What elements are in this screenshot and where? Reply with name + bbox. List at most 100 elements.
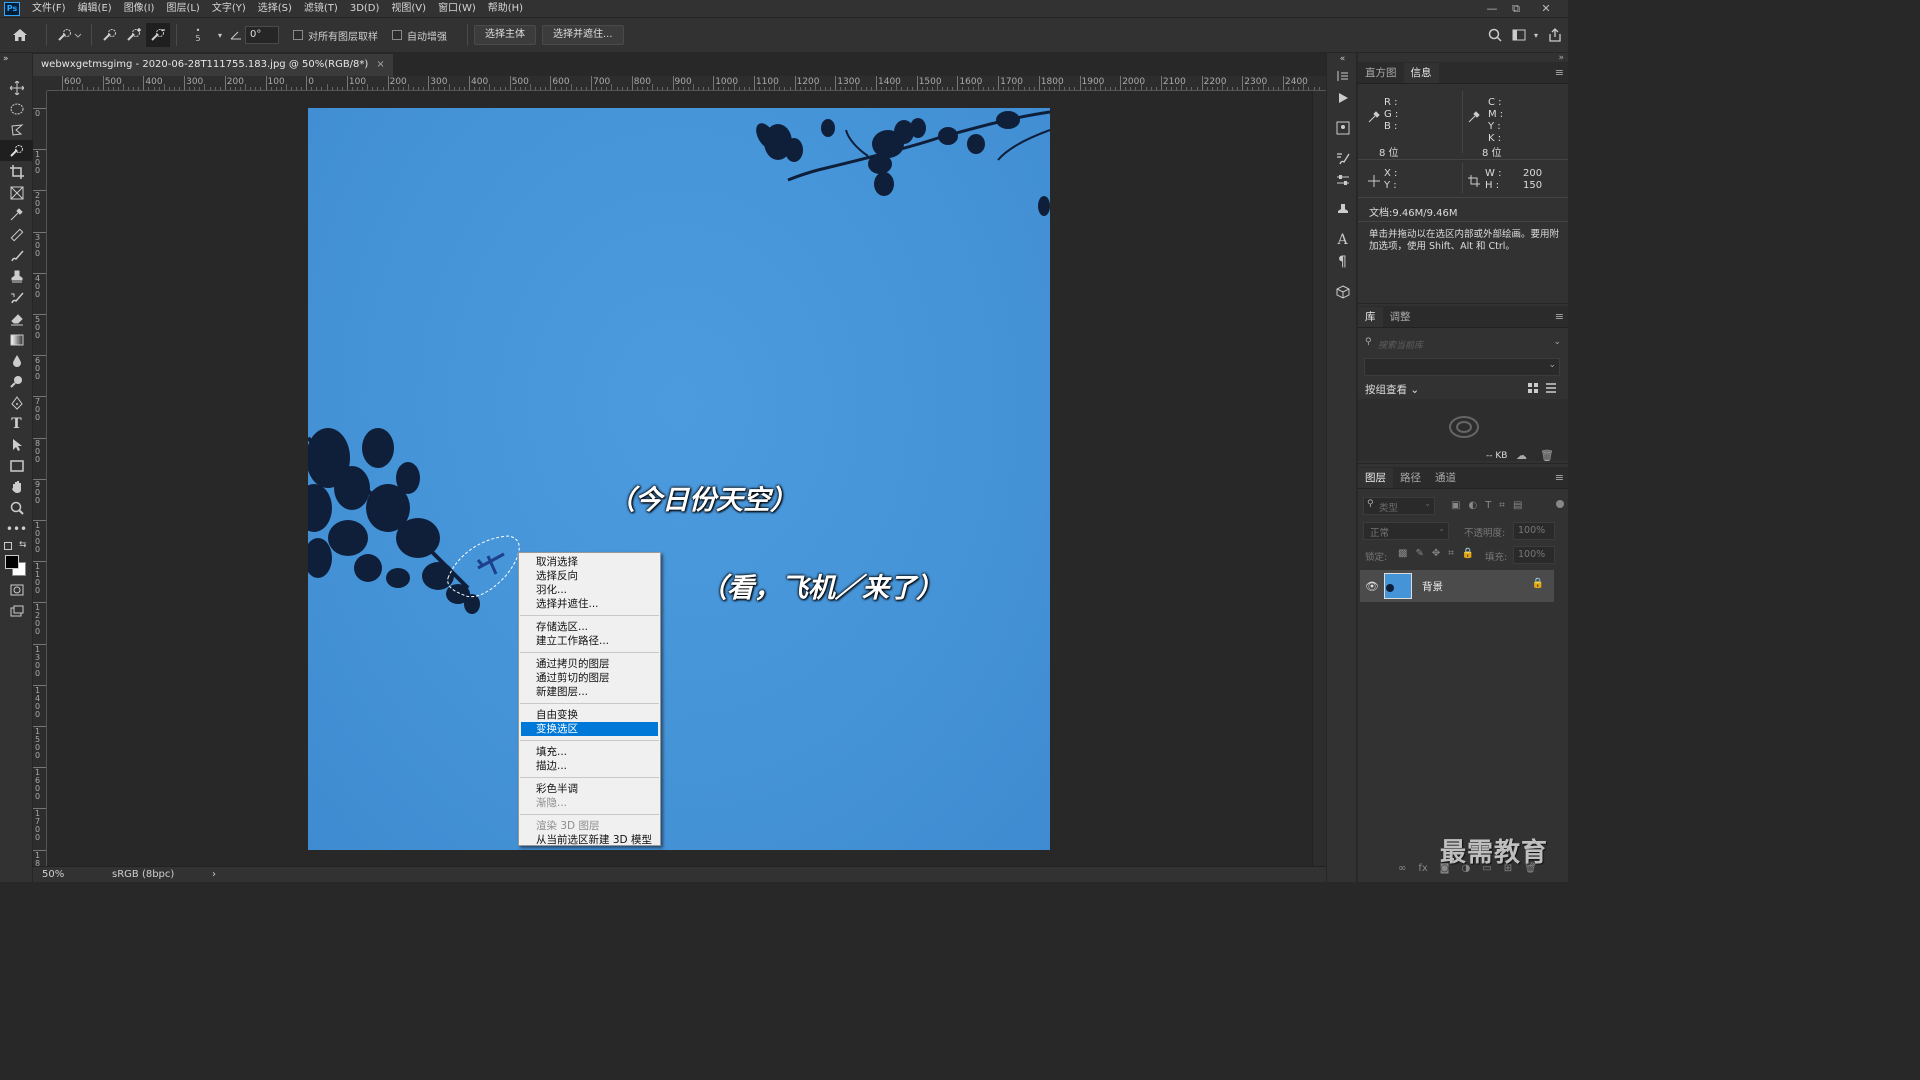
menu-file[interactable]: 文件(F) (26, 0, 72, 17)
context-menu-item[interactable]: 通过拷贝的图层 (521, 657, 658, 671)
filter-toggle-icon[interactable] (1556, 500, 1564, 508)
filter-shape-icon[interactable]: ⌗ (1499, 500, 1505, 511)
marquee-tool-icon[interactable] (0, 98, 33, 119)
crop-tool-icon[interactable] (0, 161, 33, 182)
cloud-sync-icon[interactable]: ☁ (1516, 449, 1527, 462)
opacity-input[interactable]: 100% (1513, 522, 1555, 540)
menu-filter[interactable]: 滤镜(T) (298, 0, 344, 17)
context-menu-item[interactable]: 建立工作路径... (521, 634, 658, 648)
menu-view[interactable]: 视图(V) (385, 0, 432, 17)
menu-edit[interactable]: 编辑(E) (72, 0, 118, 17)
actions-panel-icon[interactable] (1327, 87, 1358, 109)
color-swatches[interactable]: ⇆ (0, 539, 32, 579)
brush-settings-panel-icon[interactable] (1327, 147, 1358, 169)
chevron-down-icon[interactable]: ▾ (213, 23, 227, 47)
layer-name[interactable]: 背景 (1422, 579, 1443, 594)
paragraph-panel-icon[interactable]: ¶ (1327, 251, 1358, 273)
canvas-area[interactable]: （今日份天空） （看，飞机／来了） (47, 91, 1312, 866)
context-menu-item[interactable]: 描边... (521, 759, 658, 773)
new-selection-brush-icon[interactable] (98, 23, 122, 47)
menu-select[interactable]: 选择(S) (252, 0, 298, 17)
panel-menu-icon[interactable]: ≡ (1555, 310, 1564, 323)
select-and-mask-button[interactable]: 选择并遮住... (542, 25, 624, 45)
library-select-dropdown[interactable]: ⌄ (1364, 358, 1560, 376)
context-menu-item[interactable]: 彩色半调 (521, 782, 658, 796)
type-tool-icon[interactable]: T (0, 413, 33, 434)
link-layers-icon[interactable]: ∞ (1398, 863, 1406, 874)
lock-position-icon[interactable]: ✥ (1432, 548, 1440, 559)
grid-view-icon[interactable] (1528, 383, 1538, 396)
minimize-button[interactable]: — (1480, 0, 1504, 17)
3d-panel-icon[interactable] (1327, 281, 1358, 303)
panel-menu-icon[interactable]: ≡ (1555, 66, 1564, 79)
context-menu-item[interactable]: 存储选区... (521, 620, 658, 634)
path-selection-tool-icon[interactable] (0, 434, 33, 455)
library-search-field[interactable]: ⚲ 搜索当前库 ⌄ (1362, 335, 1564, 353)
properties-panel-icon[interactable] (1327, 117, 1358, 139)
document-tab[interactable]: webwxgetmsgimg - 2020-06-28T111755.183.j… (33, 54, 393, 76)
filter-type-icon[interactable]: T (1485, 500, 1491, 511)
tab-adjustments[interactable]: 调整 (1383, 307, 1418, 327)
filter-smart-object-icon[interactable]: ▤ (1513, 500, 1522, 511)
horizontal-ruler[interactable]: 600 500 400 300 200 100 0 100 200 300 400 500 600 700… (47, 76, 1326, 91)
sample-all-layers-checkbox[interactable] (293, 30, 303, 40)
default-colors-icon[interactable] (4, 542, 12, 550)
quick-mask-icon[interactable] (0, 579, 33, 600)
ruler-origin[interactable] (33, 76, 47, 91)
context-menu-item[interactable]: 变换选区 (521, 722, 658, 736)
eraser-tool-icon[interactable] (0, 308, 33, 329)
dodge-tool-icon[interactable] (0, 371, 33, 392)
hand-tool-icon[interactable] (0, 476, 33, 497)
lock-artboard-icon[interactable]: ⌗ (1448, 548, 1454, 559)
healing-brush-tool-icon[interactable] (0, 224, 33, 245)
group-by-dropdown[interactable]: 按组查看 ⌄ (1365, 382, 1419, 397)
gradient-tool-icon[interactable] (0, 329, 33, 350)
blur-tool-icon[interactable] (0, 350, 33, 371)
search-icon[interactable] (1482, 23, 1508, 47)
layer-effects-icon[interactable]: fx (1418, 863, 1427, 874)
move-tool-icon[interactable] (0, 77, 33, 98)
auto-enhance-checkbox[interactable] (392, 30, 402, 40)
collapse-arrows-icon[interactable]: « (1327, 53, 1358, 65)
vertical-scrollbar[interactable] (1312, 91, 1326, 866)
context-menu-item[interactable]: 从当前选区新建 3D 模型 (521, 833, 658, 847)
fill-input[interactable]: 100% (1513, 546, 1555, 564)
tab-info[interactable]: 信息 (1403, 63, 1439, 83)
document-image[interactable]: （今日份天空） （看，飞机／来了） (308, 108, 1050, 850)
eye-visibility-icon[interactable]: 👁 (1360, 580, 1384, 593)
home-icon[interactable] (0, 23, 40, 47)
history-brush-tool-icon[interactable] (0, 287, 33, 308)
context-menu-item[interactable]: 新建图层... (521, 685, 658, 699)
context-menu-item[interactable]: 自由变换 (521, 708, 658, 722)
tab-channels[interactable]: 通道 (1428, 468, 1463, 488)
menu-type[interactable]: 文字(Y) (206, 0, 252, 17)
tab-paths[interactable]: 路径 (1393, 468, 1428, 488)
history-panel-icon[interactable] (1327, 65, 1358, 87)
lock-all-icon[interactable]: 🔒 (1462, 548, 1474, 559)
pen-tool-icon[interactable] (0, 392, 33, 413)
brush-tool-icon[interactable] (0, 245, 33, 266)
context-menu-item[interactable]: 选择并遮住... (521, 597, 658, 611)
tab-histogram[interactable]: 直方图 (1358, 63, 1404, 83)
zoom-tool-icon[interactable] (0, 497, 33, 518)
layer-row-background[interactable]: 👁 背景 🔒 (1360, 570, 1554, 602)
blend-mode-dropdown[interactable]: 正常 ⌄ (1363, 522, 1449, 540)
menu-3d[interactable]: 3D(D) (344, 0, 386, 17)
menu-image[interactable]: 图像(I) (118, 0, 161, 17)
tab-layers[interactable]: 图层 (1358, 468, 1393, 488)
quick-selection-preset-icon[interactable] (53, 23, 85, 47)
panel-menu-icon[interactable]: ≡ (1555, 471, 1564, 484)
lasso-tool-icon[interactable] (0, 119, 33, 140)
adjustments-panel-icon[interactable] (1327, 169, 1358, 191)
workspace-icon[interactable] (1508, 23, 1530, 47)
frame-tool-icon[interactable] (0, 182, 33, 203)
character-panel-icon[interactable]: A (1327, 229, 1358, 251)
context-menu-item[interactable]: 取消选择 (521, 555, 658, 569)
clone-stamp-tool-icon[interactable] (0, 266, 33, 287)
eyedropper-tool-icon[interactable] (0, 203, 33, 224)
zoom-level[interactable]: 50% (42, 869, 112, 880)
foreground-color-swatch[interactable] (5, 555, 19, 569)
vertical-ruler[interactable]: 0 100 200 300 400 500 600 700 800 900 1000 1100 1200… (33, 91, 47, 866)
clone-source-panel-icon[interactable] (1327, 199, 1358, 221)
screen-mode-icon[interactable] (0, 600, 33, 621)
